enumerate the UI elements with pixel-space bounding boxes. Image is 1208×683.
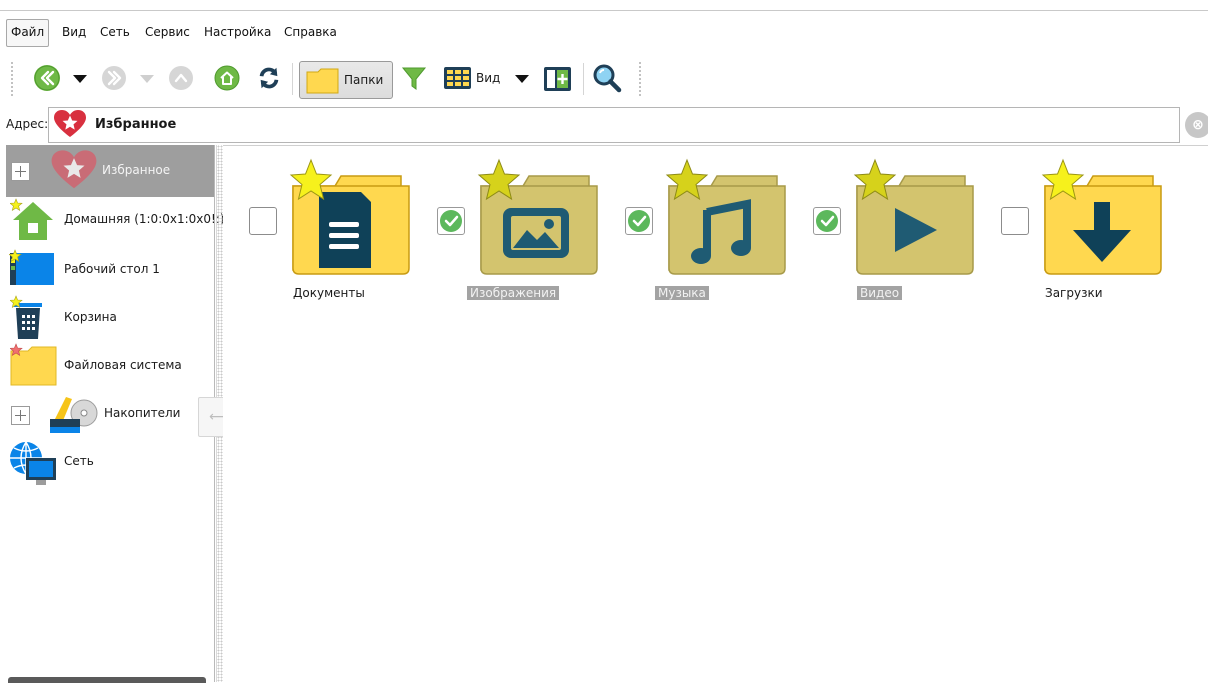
sidebar-item-label: Корзина (64, 310, 117, 324)
filter-button[interactable] (400, 65, 428, 93)
desktop-icon (9, 249, 54, 285)
sidebar-item-trash[interactable]: Корзина (6, 295, 214, 343)
menu-settings[interactable]: Настройка (200, 19, 275, 45)
sidebar-item-home[interactable]: Домашняя (1:0:0x1:0x0!:) (6, 197, 225, 247)
home-icon (10, 198, 53, 240)
forward-icon (102, 66, 126, 90)
up-icon (169, 66, 193, 90)
menu-help[interactable]: Справка (280, 19, 341, 45)
menu-view[interactable]: Вид (58, 19, 90, 45)
toolbar-separator (583, 63, 584, 95)
sidebar-item-label: Домашняя (1:0:0x1:0x0!:) (64, 212, 225, 226)
pictures-folder-icon (477, 158, 598, 275)
split-view-button[interactable] (543, 65, 573, 93)
up-button[interactable] (168, 65, 194, 91)
toolbar-grip[interactable] (10, 61, 14, 97)
folder-icon (306, 68, 339, 94)
sidebar-item-label: Избранное (102, 163, 171, 177)
file-view: Документы Изображения Музыка Видео Загру… (223, 145, 1208, 683)
expand-toggle[interactable] (11, 162, 30, 181)
sidebar-item-label: Сеть (64, 454, 94, 468)
address-field[interactable]: Избранное (48, 107, 1180, 143)
filter-icon (401, 67, 427, 90)
toolbar: Папки Вид (0, 53, 1208, 105)
music-folder-icon (665, 158, 786, 275)
folder-item-documents[interactable]: Документы (223, 156, 411, 316)
expand-toggle[interactable] (11, 406, 30, 425)
documents-folder-icon (289, 158, 410, 275)
split-view-icon (544, 67, 571, 91)
search-icon (593, 64, 622, 93)
address-bar: Адрес: Избранное ⊗ (0, 106, 1208, 144)
refresh-icon (259, 67, 279, 89)
downloads-folder-icon (1041, 158, 1162, 275)
view-mode-dropdown[interactable] (515, 75, 529, 83)
folder-item-label: Музыка (655, 286, 709, 300)
home-button[interactable] (214, 65, 240, 91)
address-value: Избранное (95, 117, 177, 132)
back-button[interactable] (34, 65, 60, 91)
menu-service[interactable]: Сервис (141, 19, 194, 45)
sidebar-item-filesystem[interactable]: Файловая система (6, 343, 214, 391)
favorites-heart-icon (51, 150, 97, 189)
menu-bar: Файл Вид Сеть Сервис Настройка Справка (0, 10, 1208, 54)
folder-item-video[interactable]: Видео (787, 156, 975, 316)
sidebar-item-drives[interactable]: Накопители (6, 391, 214, 439)
toolbar-grip[interactable] (638, 61, 642, 97)
clear-icon: ⊗ (1192, 117, 1204, 133)
check-icon (816, 210, 838, 232)
folder-item-label: Изображения (467, 286, 560, 300)
select-checkbox[interactable] (1001, 207, 1029, 235)
sidebar-item-label: Накопители (104, 406, 181, 420)
address-label: Адрес: (6, 117, 49, 131)
select-checkbox[interactable] (249, 207, 277, 235)
folder-item-pictures[interactable]: Изображения (411, 156, 599, 316)
search-button[interactable] (592, 63, 622, 93)
refresh-button[interactable] (256, 65, 282, 91)
folder-item-label: Видео (857, 286, 903, 300)
folder-item-music[interactable]: Музыка (599, 156, 787, 316)
menu-file[interactable]: Файл (6, 19, 50, 47)
folders-toggle-label: Папки (344, 73, 384, 87)
sidebar-item-network[interactable]: Сеть (6, 439, 214, 489)
trash-icon (10, 295, 42, 339)
video-folder-icon (853, 158, 974, 275)
sidebar-scrollbar[interactable] (8, 677, 206, 683)
sidebar-tree: Избранное Домашняя (1:0:0x1:0x0!:) Рабоч… (6, 145, 225, 682)
folder-item-downloads[interactable]: Загрузки (975, 156, 1163, 316)
folder-icon (10, 343, 57, 386)
home-icon (214, 65, 240, 91)
view-mode-label: Вид (476, 71, 501, 85)
back-icon (34, 65, 60, 91)
folder-item-label: Загрузки (1045, 286, 1103, 300)
favorites-heart-icon (54, 110, 86, 137)
select-checkbox[interactable] (813, 207, 841, 235)
check-icon (440, 210, 462, 232)
sidebar-item-label: Рабочий стол 1 (64, 262, 160, 276)
select-checkbox[interactable] (437, 207, 465, 235)
select-checkbox[interactable] (625, 207, 653, 235)
sidebar-item-desktop[interactable]: Рабочий стол 1 (6, 247, 214, 295)
toolbar-separator (292, 63, 293, 95)
address-clear-button[interactable]: ⊗ (1185, 112, 1208, 138)
sidebar-item-label: Файловая система (64, 358, 182, 372)
back-history-dropdown[interactable] (73, 75, 87, 83)
forward-button[interactable] (101, 65, 127, 91)
forward-history-dropdown[interactable] (140, 75, 154, 83)
menu-network[interactable]: Сеть (96, 19, 134, 45)
sidebar-item-favorites[interactable]: Избранное (6, 145, 214, 197)
network-icon (10, 441, 56, 485)
view-grid-icon (444, 67, 471, 89)
view-mode-button[interactable]: Вид (443, 65, 513, 93)
folder-item-label: Документы (293, 286, 365, 300)
folders-toggle-button[interactable]: Папки (299, 61, 393, 99)
check-icon (628, 210, 650, 232)
drives-icon (50, 397, 98, 433)
